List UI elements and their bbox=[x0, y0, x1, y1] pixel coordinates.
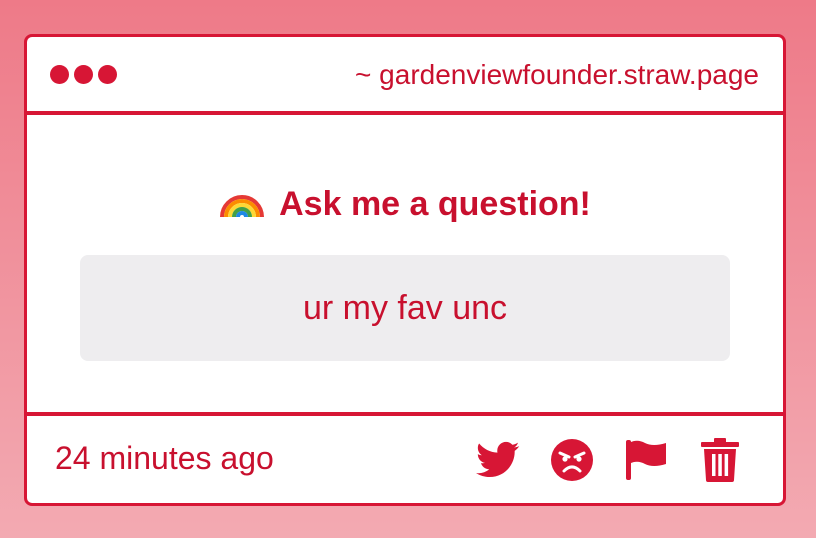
question-text: ur my fav unc bbox=[80, 255, 730, 361]
question-content: Ask me a question! ur my fav unc bbox=[27, 115, 783, 414]
angry-face-icon bbox=[551, 439, 593, 481]
flag-icon bbox=[626, 440, 666, 480]
window-dots bbox=[50, 65, 117, 84]
trash-icon bbox=[701, 438, 739, 482]
window-titlebar: ~ gardenviewfounder.straw.page bbox=[27, 37, 783, 115]
page-url[interactable]: ~ gardenviewfounder.straw.page bbox=[355, 58, 759, 92]
window-dot bbox=[74, 65, 93, 84]
timestamp: 24 minutes ago bbox=[55, 440, 274, 476]
share-twitter-button[interactable] bbox=[476, 438, 520, 482]
react-angry-button[interactable] bbox=[550, 438, 594, 482]
window-dot bbox=[50, 65, 69, 84]
window-dot bbox=[98, 65, 117, 84]
report-button[interactable] bbox=[624, 438, 668, 482]
card-footer: 24 minutes ago bbox=[27, 412, 783, 503]
heading-text: Ask me a question! bbox=[279, 185, 591, 223]
twitter-icon bbox=[476, 441, 520, 478]
action-bar bbox=[476, 438, 742, 482]
page-title: Ask me a question! bbox=[27, 177, 783, 224]
question-card: ~ gardenviewfounder.straw.page Ask me a … bbox=[24, 34, 786, 506]
rainbow-icon bbox=[220, 195, 265, 218]
delete-button[interactable] bbox=[698, 438, 742, 482]
